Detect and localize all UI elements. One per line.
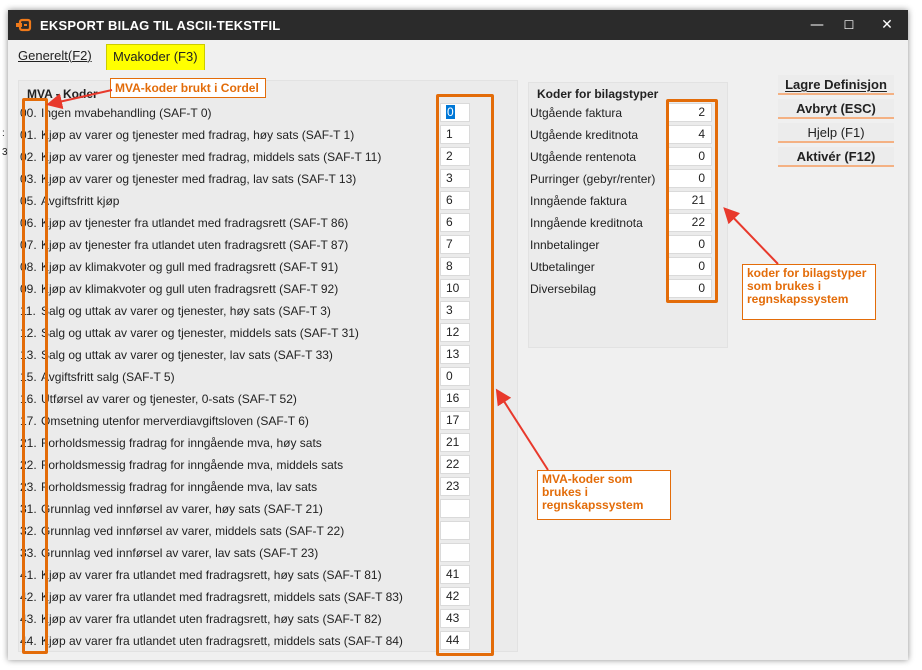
- maximize-icon[interactable]: ☐: [840, 17, 858, 33]
- close-icon[interactable]: ✕: [878, 17, 896, 33]
- mva-row: 13. Salg og uttak av varer og tjenester, …: [20, 344, 490, 366]
- cancel-button[interactable]: Avbryt (ESC): [778, 99, 894, 119]
- mva-label: Kjøp av varer fra utlandet uten fradrags…: [41, 634, 403, 648]
- bilag-label: Diversebilag: [530, 282, 597, 296]
- mva-label: Grunnlag ved innførsel av varer, middels…: [41, 524, 345, 538]
- mva-row: 16. Utførsel av varer og tjenester, 0-sat…: [20, 388, 490, 410]
- mva-label: Salg og uttak av varer og tjenester, lav…: [41, 348, 333, 362]
- mva-row: 03. Kjøp av varer og tjenester med fradra…: [20, 168, 490, 190]
- mva-label: Kjøp av varer fra utlandet med fradragsr…: [41, 590, 403, 604]
- mva-label: Kjøp av klimakvoter og gull med fradrags…: [41, 260, 339, 274]
- mva-label: Kjøp av tjenester fra utlandet med fradr…: [41, 216, 349, 230]
- mva-label: Avgiftsfritt salg (SAF-T 5): [41, 370, 175, 384]
- mva-row: 09. Kjøp av klimakvoter og gull uten frad…: [20, 278, 490, 300]
- save-definition-label: Lagre Definisjon: [785, 77, 887, 92]
- tab-mvakoder[interactable]: Mvakoder (F3): [106, 44, 205, 70]
- mva-label: Kjøp av klimakvoter og gull uten fradrag…: [41, 282, 339, 296]
- callout-bilag-codes: koder for bilagstyper som brukes i regns…: [742, 264, 876, 320]
- mva-label: Kjøp av varer og tjenester med fradrag, …: [41, 172, 357, 186]
- mva-label: Kjøp av varer og tjenester med fradrag, …: [41, 150, 382, 164]
- mva-label: Kjøp av varer fra utlandet med fradragsr…: [41, 568, 382, 582]
- bilag-label: Utgående rentenota: [530, 150, 637, 164]
- mva-row: 23. Forholdsmessig fradrag for inngående …: [20, 476, 490, 498]
- background-edge-text: :: [2, 128, 5, 139]
- title-bar[interactable]: EKSPORT BILAG TIL ASCII-TEKSTFIL — ☐ ✕: [8, 10, 908, 40]
- mva-label: Salg og uttak av varer og tjenester, mid…: [41, 326, 359, 340]
- mva-row: 33. Grunnlag ved innførsel av varer, lav …: [20, 542, 490, 564]
- mva-row: 43. Kjøp av varer fra utlandet uten fradr…: [20, 608, 490, 630]
- window-title: EKSPORT BILAG TIL ASCII-TEKSTFIL: [40, 18, 281, 33]
- bilag-label: Inngående faktura: [530, 194, 627, 208]
- mva-label: Avgiftsfritt kjøp: [41, 194, 120, 208]
- help-button[interactable]: Hjelp (F1): [778, 123, 894, 143]
- mva-label: Grunnlag ved innførsel av varer, lav sat…: [41, 546, 319, 560]
- tab-generelt-label: Generelt(F2): [18, 48, 92, 63]
- tab-strip: Generelt(F2) Mvakoder (F3): [8, 40, 908, 70]
- bilag-label: Purringer (gebyr/renter): [530, 172, 656, 186]
- tab-generelt[interactable]: Generelt(F2): [12, 44, 98, 70]
- mva-row: 01. Kjøp av varer og tjenester med fradra…: [20, 124, 490, 146]
- background-edge-text: 3: [2, 147, 8, 158]
- mva-row: 41. Kjøp av varer fra utlandet med fradra…: [20, 564, 490, 586]
- callout-cordel-codes: MVA-koder brukt i Cordel: [110, 78, 266, 98]
- minimize-icon[interactable]: —: [808, 17, 826, 33]
- mva-label: Kjøp av varer fra utlandet uten fradrags…: [41, 612, 382, 626]
- mva-label: Kjøp av tjenester fra utlandet uten frad…: [41, 238, 349, 252]
- mva-label: Forholdsmessig fradrag for inngående mva…: [41, 436, 322, 450]
- mva-row: 15. Avgiftsfritt salg (SAF-T 5) 0: [20, 366, 490, 388]
- mva-label: Omsetning utenfor merverdiavgiftsloven (…: [41, 414, 309, 428]
- bilag-label: Inngående kreditnota: [530, 216, 643, 230]
- bilag-label: Utgående kreditnota: [530, 128, 639, 142]
- mva-row: 32. Grunnlag ved innførsel av varer, midd…: [20, 520, 490, 542]
- save-definition-button[interactable]: Lagre Definisjon: [778, 75, 894, 95]
- mva-label: Salg og uttak av varer og tjenester, høy…: [41, 304, 331, 318]
- mva-row: 42. Kjøp av varer fra utlandet med fradra…: [20, 586, 490, 608]
- activate-label: Aktivér (F12): [796, 149, 876, 164]
- bilag-label: Utbetalinger: [530, 260, 595, 274]
- highlight-cordel-codes: [22, 98, 48, 654]
- mva-row: 02. Kjøp av varer og tjenester med fradra…: [20, 146, 490, 168]
- mva-label: Forholdsmessig fradrag for inngående mva…: [41, 458, 344, 472]
- mva-label: Grunnlag ved innførsel av varer, høy sat…: [41, 502, 323, 516]
- mva-row: 05. Avgiftsfritt kjøp 6: [20, 190, 490, 212]
- mva-row: 22. Forholdsmessig fradrag for inngående …: [20, 454, 490, 476]
- cancel-label: Avbryt (ESC): [796, 101, 876, 116]
- bilag-label: Innbetalinger: [530, 238, 600, 252]
- mva-row: 08. Kjøp av klimakvoter og gull med fradr…: [20, 256, 490, 278]
- mva-row: 06. Kjøp av tjenester fra utlandet med fr…: [20, 212, 490, 234]
- activate-button[interactable]: Aktivér (F12): [778, 147, 894, 167]
- mva-label: Utførsel av varer og tjenester, 0-sats (…: [41, 392, 297, 406]
- bilag-group-title: Koder for bilagstyper: [537, 87, 659, 101]
- mva-row: 07. Kjøp av tjenester fra utlandet uten f…: [20, 234, 490, 256]
- mva-row: 11. Salg og uttak av varer og tjenester, …: [20, 300, 490, 322]
- bilag-label: Utgående faktura: [530, 106, 623, 120]
- app-logo-icon: [16, 18, 32, 32]
- mva-row: 31. Grunnlag ved innførsel av varer, høy …: [20, 498, 490, 520]
- mva-row: 44. Kjøp av varer fra utlandet uten fradr…: [20, 630, 490, 652]
- mva-row: 17. Omsetning utenfor merverdiavgiftslove…: [20, 410, 490, 432]
- tab-mvakoder-label: Mvakoder (F3): [113, 49, 198, 64]
- mva-label: Ingen mvabehandling (SAF-T 0): [41, 106, 212, 120]
- callout-mva-regnskap: MVA-koder som brukes i regnskapssystem: [537, 470, 671, 520]
- help-label: Hjelp (F1): [807, 125, 865, 140]
- mva-row: 21. Forholdsmessig fradrag for inngående …: [20, 432, 490, 454]
- highlight-mva-values: [436, 94, 494, 656]
- mva-label: Forholdsmessig fradrag for inngående mva…: [41, 480, 318, 494]
- mva-row: 00. Ingen mvabehandling (SAF-T 0) 0: [20, 102, 490, 124]
- mva-label: Kjøp av varer og tjenester med fradrag, …: [41, 128, 355, 142]
- highlight-bilag-values: [666, 99, 718, 303]
- mva-row: 12. Salg og uttak av varer og tjenester, …: [20, 322, 490, 344]
